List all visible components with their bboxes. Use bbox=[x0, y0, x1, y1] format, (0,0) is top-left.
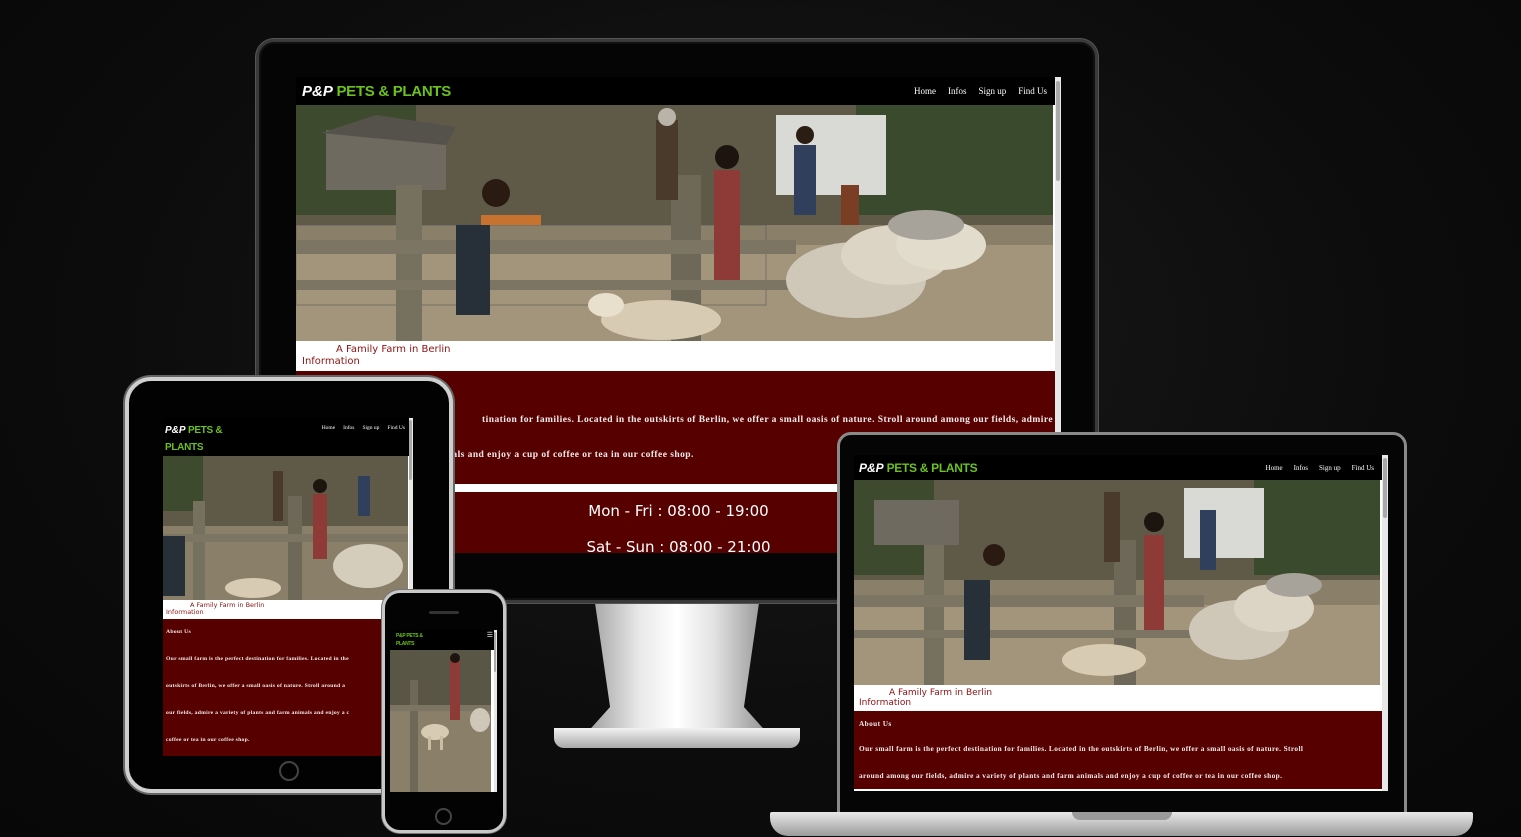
tablet-hero-image bbox=[163, 456, 408, 600]
phone-logo[interactable]: P&P PETS & PLANTS bbox=[396, 632, 423, 648]
laptop-hero-illustration bbox=[854, 480, 1380, 685]
tablet-hero-illustration bbox=[163, 456, 408, 600]
logo-prefix: P&P bbox=[302, 82, 333, 100]
phone-scrollbar[interactable] bbox=[494, 630, 497, 792]
logo-brand: PETS & PLANTS bbox=[336, 82, 451, 100]
tablet-nav-links: Home Infos Sign up Find Us bbox=[322, 422, 405, 431]
laptop-nav-findus[interactable]: Find Us bbox=[1352, 464, 1374, 472]
hero-image bbox=[296, 105, 1053, 341]
monitor-stand-base bbox=[554, 728, 800, 748]
laptop-about-line-2: around among our fields, admire a variet… bbox=[859, 771, 1283, 780]
phone-hero-image bbox=[390, 650, 491, 792]
tagline-block: A Family Farm in Berlin Information bbox=[296, 341, 1061, 371]
laptop-nav-infos[interactable]: Infos bbox=[1294, 464, 1308, 472]
nav-links: Home Infos Sign up Find Us bbox=[914, 86, 1047, 96]
tablet-home-button bbox=[279, 761, 299, 781]
tablet-site-screen: P&P PETS & PLANTS Home Infos Sign up Fin… bbox=[163, 418, 413, 756]
laptop-logo[interactable]: P&P PETS & PLANTS bbox=[859, 460, 978, 475]
info-label: Information bbox=[302, 355, 360, 367]
laptop-notch bbox=[1072, 812, 1172, 820]
laptop-nav-signup[interactable]: Sign up bbox=[1319, 464, 1341, 472]
site-navbar: P&P PETS & PLANTS Home Infos Sign up Fin… bbox=[296, 77, 1061, 105]
laptop-logo-brand: PETS & PLANTS bbox=[886, 460, 978, 475]
tablet-nav-home[interactable]: Home bbox=[322, 425, 335, 431]
phone-navbar: P&P PETS & PLANTS ☰ bbox=[390, 630, 497, 650]
phone-logo-line2: PLANTS bbox=[396, 641, 415, 647]
tablet-about-title: About Us bbox=[166, 629, 191, 635]
tablet-logo[interactable]: P&P PETS & PLANTS bbox=[165, 422, 223, 456]
laptop-about-section: About Us Our small farm is the perfect d… bbox=[854, 711, 1388, 789]
hero-farm-illustration bbox=[296, 105, 1053, 341]
laptop-hero-image bbox=[854, 480, 1380, 685]
tablet-logo-brand-line2: PLANTS bbox=[165, 442, 204, 453]
laptop-navbar: P&P PETS & PLANTS Home Infos Sign up Fin… bbox=[854, 455, 1388, 480]
laptop-logo-prefix: P&P bbox=[859, 460, 884, 475]
laptop-tagline-text: A Family Farm in Berlin bbox=[889, 688, 993, 698]
laptop-nav-home[interactable]: Home bbox=[1266, 464, 1283, 472]
tablet-info-label: Information bbox=[166, 608, 204, 617]
phone-logo-line1: P&P PETS & bbox=[396, 633, 423, 639]
tablet-nav-findus[interactable]: Find Us bbox=[387, 425, 405, 431]
tablet-about-section: About Us Our small farm is the perfect d… bbox=[163, 619, 413, 756]
laptop-about-line-1: Our small farm is the perfect destinatio… bbox=[859, 744, 1304, 753]
tablet-about-line-2: outskirts of Berlin, we offer a small oa… bbox=[166, 683, 346, 689]
tablet-navbar: P&P PETS & PLANTS Home Infos Sign up Fin… bbox=[163, 418, 413, 456]
nav-infos-link[interactable]: Infos bbox=[948, 86, 967, 96]
nav-signup-link[interactable]: Sign up bbox=[978, 86, 1006, 96]
tablet-tagline-block: A Family Farm in Berlin Information bbox=[163, 600, 413, 619]
tablet-logo-prefix: P&P bbox=[165, 425, 186, 436]
phone-site-screen: P&P PETS & PLANTS ☰ bbox=[390, 630, 497, 792]
tablet-about-line-1: Our small farm is the perfect destinatio… bbox=[166, 656, 349, 662]
tagline-text: A Family Farm in Berlin bbox=[336, 344, 451, 355]
monitor-stand bbox=[584, 604, 770, 736]
tablet-nav-infos[interactable]: Infos bbox=[343, 425, 354, 431]
tablet-nav-signup[interactable]: Sign up bbox=[362, 425, 379, 431]
hamburger-menu-icon[interactable]: ☰ bbox=[487, 632, 493, 639]
nav-home-link[interactable]: Home bbox=[914, 86, 936, 96]
laptop-site-screen: P&P PETS & PLANTS Home Infos Sign up Fin… bbox=[854, 455, 1388, 791]
tablet-logo-brand-line1: PETS & bbox=[187, 425, 223, 436]
phone-speaker bbox=[429, 611, 459, 614]
phone-hero-illustration bbox=[390, 650, 491, 792]
tablet-about-line-4: coffee or tea in our coffee shop. bbox=[166, 737, 250, 743]
tablet-about-line-3: our fields, admire a variety of plants a… bbox=[166, 710, 350, 716]
laptop-scrollbar[interactable] bbox=[1382, 455, 1388, 791]
nav-findus-link[interactable]: Find Us bbox=[1018, 86, 1047, 96]
laptop-info-label: Information bbox=[859, 698, 912, 709]
laptop-about-title: About Us bbox=[859, 719, 892, 728]
laptop-nav-links: Home Infos Sign up Find Us bbox=[1266, 464, 1374, 472]
phone-home-button bbox=[435, 808, 452, 825]
laptop-tagline-block: A Family Farm in Berlin Information bbox=[854, 685, 1388, 711]
site-logo[interactable]: P&P PETS & PLANTS bbox=[302, 83, 451, 100]
